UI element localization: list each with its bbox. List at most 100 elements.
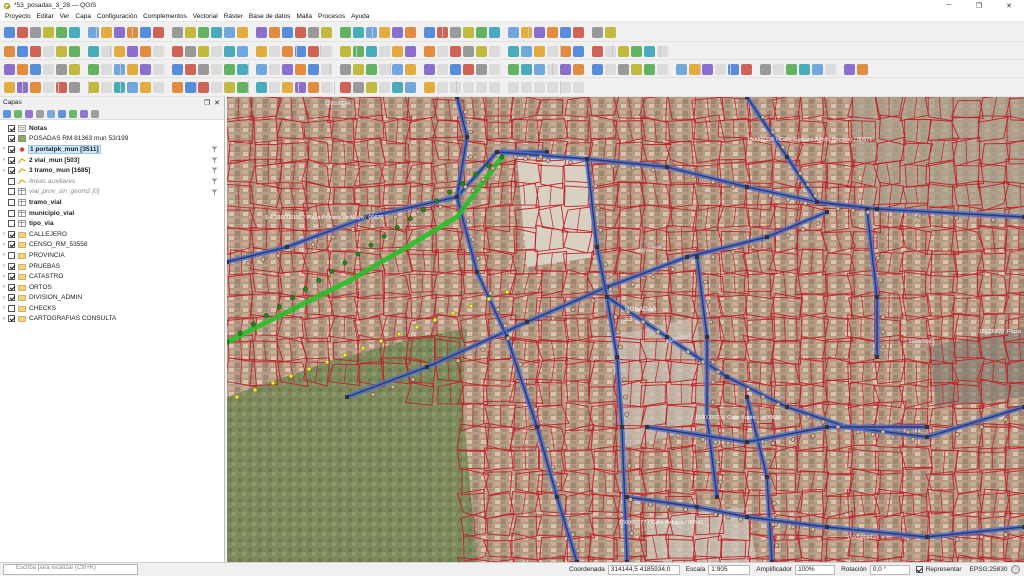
- toolbar-tool-icon[interactable]: [560, 63, 571, 75]
- expand-arrow-icon[interactable]: ›: [0, 146, 8, 152]
- toolbar-tool-icon[interactable]: [353, 82, 364, 93]
- toolbar-tool-icon[interactable]: [56, 45, 67, 57]
- toolbar-tool-icon[interactable]: [140, 63, 151, 75]
- layer-visibility-checkbox[interactable]: [8, 188, 15, 196]
- toolbar-tool-icon[interactable]: [560, 27, 571, 38]
- toolbar-tool-icon[interactable]: [30, 82, 41, 93]
- toolbar-tool-icon[interactable]: [308, 45, 319, 57]
- toolbar-tool-icon[interactable]: [592, 45, 603, 57]
- layer-row[interactable]: tramo_vial: [0, 197, 224, 208]
- layer-row[interactable]: › CHECKS: [0, 303, 224, 314]
- toolbar-tool-icon[interactable]: [17, 45, 28, 57]
- toolbar-tool-icon[interactable]: [172, 82, 183, 93]
- toolbar-tool-icon[interactable]: [521, 27, 532, 38]
- toolbar-tool-icon[interactable]: [43, 82, 54, 93]
- toolbar-tool-icon[interactable]: [366, 63, 377, 75]
- menu-raster[interactable]: Ráster: [221, 13, 246, 20]
- toolbar-tool-icon[interactable]: [799, 63, 810, 75]
- menu-vectorial[interactable]: Vectorial: [190, 13, 221, 20]
- toolbar-tool-icon[interactable]: [237, 63, 248, 75]
- toolbar-tool-icon[interactable]: [127, 82, 138, 93]
- toolbar-tool-icon[interactable]: [521, 45, 532, 57]
- toolbar-tool-icon[interactable]: [534, 82, 545, 93]
- layer-visibility-checkbox[interactable]: [8, 220, 15, 228]
- toolbar-tool-icon[interactable]: [172, 45, 183, 57]
- menu-procesos[interactable]: Procesos: [315, 13, 348, 20]
- toolbar-tool-icon[interactable]: [4, 45, 15, 57]
- toolbar-tool-icon[interactable]: [269, 27, 280, 38]
- layer-row[interactable]: › ORTOS: [0, 282, 224, 293]
- toolbar-tool-icon[interactable]: [534, 45, 545, 57]
- toolbar-tool-icon[interactable]: [844, 63, 855, 75]
- toolbar-tool-icon[interactable]: [69, 45, 80, 57]
- toolbar-tool-icon[interactable]: [153, 45, 164, 57]
- toolbar-tool-icon[interactable]: [211, 45, 222, 57]
- toolbar-tool-icon[interactable]: [463, 82, 474, 93]
- expand-arrow-icon[interactable]: ›: [0, 295, 8, 301]
- toolbar-tool-icon[interactable]: [560, 82, 571, 93]
- menu-ver[interactable]: Ver: [57, 13, 73, 20]
- toolbar-tool-icon[interactable]: [101, 63, 112, 75]
- expand-arrow-icon[interactable]: ›: [0, 252, 8, 258]
- toolbar-tool-icon[interactable]: [715, 63, 726, 75]
- expand-arrow-icon[interactable]: ›: [0, 263, 8, 269]
- toolbar-tool-icon[interactable]: [631, 45, 642, 57]
- toolbar-tool-icon[interactable]: [17, 27, 28, 38]
- layer-row[interactable]: › PRUEBAS: [0, 261, 224, 272]
- layer-panel-tool-icon[interactable]: [91, 110, 99, 118]
- layer-row[interactable]: › CENSO_RM_53558: [0, 240, 224, 251]
- toolbar-tool-icon[interactable]: [379, 45, 390, 57]
- coordinate-field[interactable]: 314144,5 4185934,0: [607, 564, 680, 575]
- toolbar-tool-icon[interactable]: [237, 82, 248, 93]
- toolbar-tool-icon[interactable]: [282, 63, 293, 75]
- filter-icon[interactable]: [211, 189, 218, 196]
- toolbar-tool-icon[interactable]: [573, 82, 584, 93]
- toolbar-tool-icon[interactable]: [127, 45, 138, 57]
- menu-editar[interactable]: Editar: [34, 13, 57, 20]
- toolbar-tool-icon[interactable]: [69, 27, 80, 38]
- toolbar-tool-icon[interactable]: [405, 45, 416, 57]
- layer-visibility-checkbox[interactable]: [8, 241, 15, 249]
- toolbar-tool-icon[interactable]: [618, 63, 629, 75]
- toolbar-tool-icon[interactable]: [282, 27, 293, 38]
- layer-visibility-checkbox[interactable]: [8, 177, 15, 185]
- layer-row[interactable]: › CARTOGRAFIAS CONSULTA: [0, 314, 224, 325]
- toolbar-tool-icon[interactable]: [644, 63, 655, 75]
- toolbar-tool-icon[interactable]: [786, 63, 797, 75]
- toolbar-tool-icon[interactable]: [88, 82, 99, 93]
- layer-panel-tool-icon[interactable]: [58, 110, 66, 118]
- toolbar-tool-icon[interactable]: [308, 27, 319, 38]
- menu-complementos[interactable]: Complementos: [140, 13, 190, 20]
- toolbar-tool-icon[interactable]: [198, 63, 209, 75]
- expand-arrow-icon[interactable]: ›: [0, 231, 8, 237]
- layer-row[interactable]: municipio_vial: [0, 208, 224, 219]
- toolbar-tool-icon[interactable]: [392, 45, 403, 57]
- toolbar-tool-icon[interactable]: [185, 45, 196, 57]
- toolbar-tool-icon[interactable]: [592, 63, 603, 75]
- expand-arrow-icon[interactable]: ›: [0, 284, 8, 290]
- toolbar-tool-icon[interactable]: [4, 27, 15, 38]
- toolbar-tool-icon[interactable]: [676, 63, 687, 75]
- toolbar-tool-icon[interactable]: [153, 27, 164, 38]
- render-checkbox[interactable]: [915, 566, 923, 573]
- filter-icon[interactable]: [211, 167, 218, 174]
- toolbar-tool-icon[interactable]: [618, 45, 629, 57]
- toolbar-tool-icon[interactable]: [450, 27, 461, 38]
- toolbar-tool-icon[interactable]: [424, 82, 435, 93]
- toolbar-tool-icon[interactable]: [592, 27, 603, 38]
- minimize-button[interactable]: ─: [934, 0, 964, 11]
- toolbar-tool-icon[interactable]: [437, 63, 448, 75]
- toolbar-tool-icon[interactable]: [308, 82, 319, 93]
- menu-capa[interactable]: Capa: [72, 13, 94, 20]
- layer-panel-tool-icon[interactable]: [25, 110, 33, 118]
- expand-arrow-icon[interactable]: ›: [0, 305, 8, 311]
- toolbar-tool-icon[interactable]: [88, 45, 99, 57]
- toolbar-tool-icon[interactable]: [392, 27, 403, 38]
- toolbar-tool-icon[interactable]: [353, 63, 364, 75]
- toolbar-tool-icon[interactable]: [256, 27, 267, 38]
- layer-row[interactable]: Notas: [0, 123, 224, 134]
- layer-row[interactable]: lineas auxiliares: [0, 176, 224, 187]
- toolbar-tool-icon[interactable]: [463, 27, 474, 38]
- toolbar-tool-icon[interactable]: [30, 63, 41, 75]
- toolbar-tool-icon[interactable]: [547, 27, 558, 38]
